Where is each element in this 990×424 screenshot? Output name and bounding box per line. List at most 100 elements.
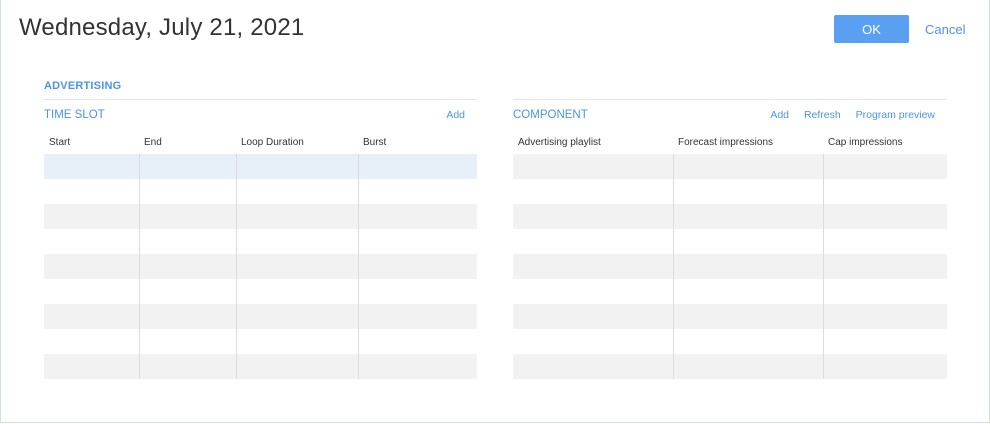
table-cell[interactable] <box>357 304 477 329</box>
table-cell[interactable] <box>513 204 673 229</box>
column-header-advertising-playlist[interactable]: Advertising playlist <box>513 130 673 154</box>
table-cell[interactable] <box>513 254 673 279</box>
table-cell[interactable] <box>822 279 947 304</box>
table-row[interactable] <box>44 229 477 254</box>
table-cell[interactable] <box>138 354 236 379</box>
table-row[interactable] <box>513 154 947 179</box>
program-preview-button[interactable]: Program preview <box>856 109 935 121</box>
table-cell[interactable] <box>672 154 823 179</box>
column-header-burst[interactable]: Burst <box>358 130 477 154</box>
table-cell[interactable] <box>44 179 139 204</box>
table-cell[interactable] <box>235 254 358 279</box>
table-cell[interactable] <box>357 354 477 379</box>
table-cell[interactable] <box>44 154 139 179</box>
table-row[interactable] <box>513 254 947 279</box>
table-cell[interactable] <box>357 179 477 204</box>
table-cell[interactable] <box>357 229 477 254</box>
table-cell[interactable] <box>44 279 139 304</box>
table-cell[interactable] <box>235 304 358 329</box>
table-cell[interactable] <box>357 204 477 229</box>
table-row[interactable] <box>44 204 477 229</box>
table-cell[interactable] <box>357 154 477 179</box>
table-cell[interactable] <box>672 304 823 329</box>
table-cell[interactable] <box>235 154 358 179</box>
table-cell[interactable] <box>672 204 823 229</box>
column-header-end[interactable]: End <box>139 130 236 154</box>
table-cell[interactable] <box>513 154 673 179</box>
table-cell[interactable] <box>672 254 823 279</box>
table-cell[interactable] <box>44 204 139 229</box>
table-cell[interactable] <box>513 329 673 354</box>
table-cell[interactable] <box>822 204 947 229</box>
table-cell[interactable] <box>235 229 358 254</box>
component-title: COMPONENT <box>513 109 588 121</box>
component-table: Advertising playlist Forecast impression… <box>513 130 947 379</box>
component-header-row: Advertising playlist Forecast impression… <box>513 130 947 154</box>
table-row[interactable] <box>513 279 947 304</box>
table-row[interactable] <box>44 254 477 279</box>
table-row[interactable] <box>513 179 947 204</box>
table-cell[interactable] <box>138 279 236 304</box>
table-row[interactable] <box>44 329 477 354</box>
column-header-loop-duration[interactable]: Loop Duration <box>236 130 358 154</box>
table-cell[interactable] <box>822 229 947 254</box>
table-cell[interactable] <box>44 329 139 354</box>
table-cell[interactable] <box>672 279 823 304</box>
table-row[interactable] <box>44 304 477 329</box>
table-cell[interactable] <box>672 179 823 204</box>
table-cell[interactable] <box>672 354 823 379</box>
column-header-start[interactable]: Start <box>44 130 139 154</box>
table-row[interactable] <box>513 229 947 254</box>
component-panel: COMPONENT Add Refresh Program preview Ad… <box>513 100 947 379</box>
table-cell[interactable] <box>138 304 236 329</box>
column-header-cap-impressions[interactable]: Cap impressions <box>823 130 947 154</box>
table-cell[interactable] <box>235 354 358 379</box>
time-slot-add-button[interactable]: Add <box>446 109 465 121</box>
table-cell[interactable] <box>357 329 477 354</box>
ok-button[interactable]: OK <box>834 15 909 43</box>
table-cell[interactable] <box>513 279 673 304</box>
table-cell[interactable] <box>138 154 236 179</box>
table-cell[interactable] <box>138 179 236 204</box>
table-row[interactable] <box>44 154 477 179</box>
table-cell[interactable] <box>235 179 358 204</box>
table-cell[interactable] <box>44 229 139 254</box>
table-cell[interactable] <box>138 254 236 279</box>
table-cell[interactable] <box>357 254 477 279</box>
table-cell[interactable] <box>235 329 358 354</box>
column-header-forecast-impressions[interactable]: Forecast impressions <box>673 130 823 154</box>
table-cell[interactable] <box>822 304 947 329</box>
table-cell[interactable] <box>44 354 139 379</box>
table-cell[interactable] <box>822 329 947 354</box>
table-row[interactable] <box>513 354 947 379</box>
table-cell[interactable] <box>822 154 947 179</box>
table-cell[interactable] <box>44 304 139 329</box>
table-cell[interactable] <box>44 254 139 279</box>
table-cell[interactable] <box>513 354 673 379</box>
table-row[interactable] <box>513 204 947 229</box>
table-cell[interactable] <box>822 254 947 279</box>
table-cell[interactable] <box>138 204 236 229</box>
table-row[interactable] <box>44 279 477 304</box>
table-cell[interactable] <box>513 179 673 204</box>
table-cell[interactable] <box>822 354 947 379</box>
table-cell[interactable] <box>822 179 947 204</box>
table-cell[interactable] <box>138 329 236 354</box>
table-cell[interactable] <box>672 329 823 354</box>
component-add-button[interactable]: Add <box>770 109 789 121</box>
table-cell[interactable] <box>138 229 236 254</box>
cancel-button[interactable]: Cancel <box>925 22 965 37</box>
time-slot-header-row: Start End Loop Duration Burst <box>44 130 477 154</box>
table-cell[interactable] <box>357 279 477 304</box>
table-row[interactable] <box>513 329 947 354</box>
table-row[interactable] <box>513 304 947 329</box>
table-cell[interactable] <box>672 229 823 254</box>
table-row[interactable] <box>44 179 477 204</box>
component-refresh-button[interactable]: Refresh <box>804 109 841 121</box>
table-cell[interactable] <box>513 304 673 329</box>
table-cell[interactable] <box>235 279 358 304</box>
section-title-advertising: ADVERTISING <box>44 80 122 92</box>
table-cell[interactable] <box>235 204 358 229</box>
table-row[interactable] <box>44 354 477 379</box>
table-cell[interactable] <box>513 229 673 254</box>
